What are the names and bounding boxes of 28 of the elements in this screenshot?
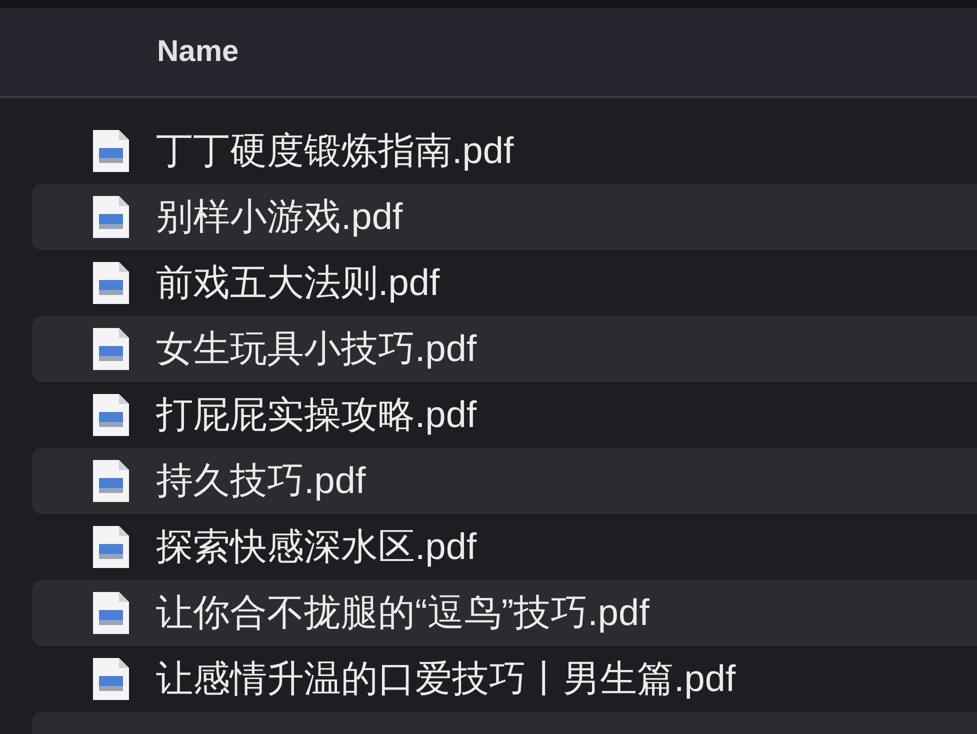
file-row[interactable]: 前戏五大法则.pdf <box>32 250 977 316</box>
file-name: 探索快感深水区.pdf <box>156 525 477 569</box>
file-name: 别样小游戏.pdf <box>156 195 403 239</box>
pdf-file-icon <box>90 326 132 372</box>
file-name: 前戏五大法则.pdf <box>156 261 440 305</box>
file-row[interactable]: 女生玩具小技巧.pdf <box>32 316 977 382</box>
file-row[interactable]: 持久技巧.pdf <box>32 448 977 514</box>
file-row[interactable]: 让你合不拢腿的“逗鸟”技巧.pdf <box>32 580 977 646</box>
file-name: 持久技巧.pdf <box>156 459 366 503</box>
file-row[interactable]: 打屁屁实操攻略.pdf <box>32 382 977 448</box>
pdf-file-icon <box>90 656 132 702</box>
pdf-file-icon <box>90 590 132 636</box>
file-name: 让感情升温的口爱技巧丨男生篇.pdf <box>156 657 736 701</box>
file-row[interactable]: 让感情升温的口爱技巧丨男生篇.pdf <box>32 646 977 712</box>
pdf-file-icon <box>90 458 132 504</box>
file-name: 丁丁硬度锻炼指南.pdf <box>156 129 514 173</box>
file-name: 让你合不拢腿的“逗鸟”技巧.pdf <box>156 591 650 635</box>
file-name: 打屁屁实操攻略.pdf <box>156 393 477 437</box>
pdf-file-icon <box>90 260 132 306</box>
pdf-file-icon <box>90 524 132 570</box>
file-name: 女生玩具小技巧.pdf <box>156 327 477 371</box>
file-row[interactable]: 别样小游戏.pdf <box>32 184 977 250</box>
pdf-file-icon <box>90 128 132 174</box>
name-column-header[interactable]: Name <box>157 35 239 69</box>
pdf-file-icon <box>90 392 132 438</box>
pdf-file-icon <box>90 194 132 240</box>
file-row[interactable]: 丁丁硬度锻炼指南.pdf <box>32 118 977 184</box>
file-row[interactable]: 探索快感深水区.pdf <box>32 514 977 580</box>
